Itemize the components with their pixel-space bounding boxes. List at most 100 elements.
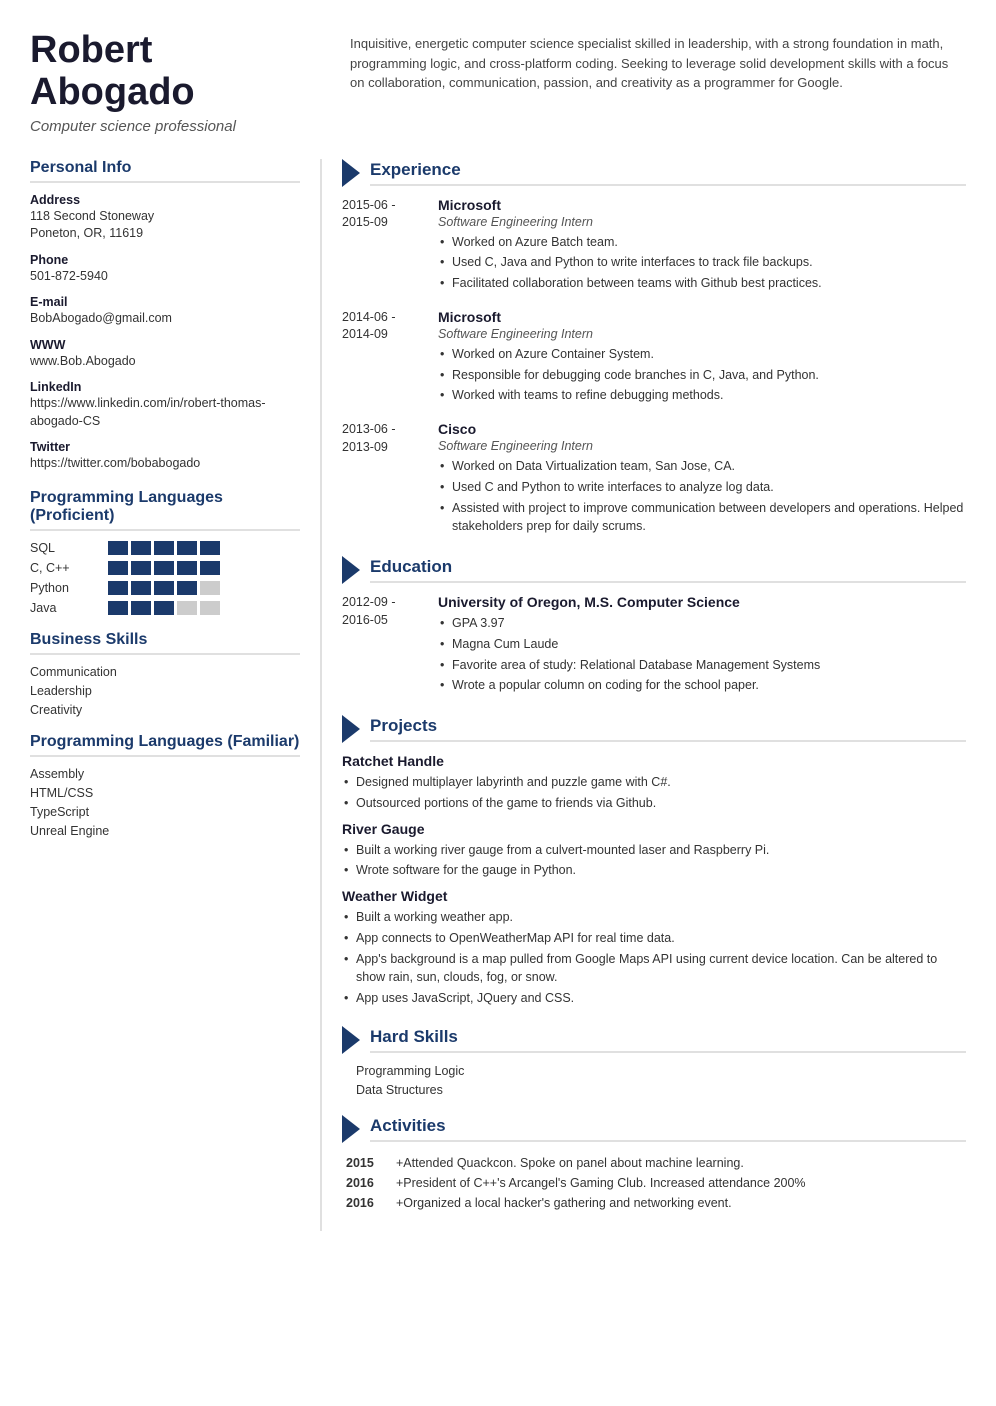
experience-entry: 2014-06 -2014-09 Microsoft Software Engine… (342, 309, 966, 407)
project-title: Weather Widget (342, 888, 966, 904)
prog-familiar-list: AssemblyHTML/CSSTypeScriptUnreal Engine (30, 767, 300, 838)
familiar-skill-item: Unreal Engine (30, 824, 300, 838)
skill-bar-filled (177, 541, 197, 555)
table-row: 2015+Attended Quackcon. Spoke on panel a… (342, 1153, 966, 1173)
business-skills-title: Business Skills (30, 631, 300, 655)
www-value: www.Bob.Abogado (30, 353, 300, 371)
education-header: Education (342, 556, 966, 584)
exp-role: Software Engineering Intern (438, 327, 966, 341)
edu-date: 2012-09 -2016-05 (342, 594, 422, 697)
projects-title: Projects (370, 716, 966, 742)
list-item: Responsible for debugging code branches … (438, 366, 966, 385)
exp-role: Software Engineering Intern (438, 215, 966, 229)
skill-bar-empty (177, 601, 197, 615)
activities-section: Activities 2015+Attended Quackcon. Spoke… (342, 1115, 966, 1213)
email-label: E-mail (30, 295, 300, 309)
project-bullets: Built a working weather app. App connects… (342, 908, 966, 1008)
prog-proficient-title: Programming Languages (Proficient) (30, 489, 300, 531)
right-column: Experience 2015-06 -2015-09 Microsoft Soft… (320, 159, 966, 1231)
list-item: Wrote software for the gauge in Python. (342, 861, 966, 880)
exp-company: Microsoft (438, 309, 966, 325)
edu-bullets: GPA 3.97 Magna Cum Laude Favorite area of … (438, 614, 966, 695)
list-item: Used C and Python to write interfaces to… (438, 478, 966, 497)
exp-date: 2013-06 -2013-09 (342, 421, 422, 538)
skill-bar-filled (108, 601, 128, 615)
hard-skills-section: Hard Skills Programming LogicData Struct… (342, 1026, 966, 1097)
list-item: Wrote a popular column on coding for the… (438, 676, 966, 695)
email-block: E-mail BobAbogado@gmail.com (30, 295, 300, 328)
exp-date: 2014-06 -2014-09 (342, 309, 422, 407)
www-block: WWW www.Bob.Abogado (30, 338, 300, 371)
familiar-skill-item: HTML/CSS (30, 786, 300, 800)
hard-skills-arrow-icon (342, 1026, 360, 1054)
skill-row: C, C++ (30, 561, 300, 575)
education-entries: 2012-09 -2016-05University of Oregon, M.… (342, 594, 966, 697)
list-item: GPA 3.97 (438, 614, 966, 633)
activity-description: +Attended Quackcon. Spoke on panel about… (392, 1153, 966, 1173)
prog-familiar-title: Programming Languages (Familiar) (30, 733, 300, 757)
activity-year: 2015 (342, 1153, 392, 1173)
skill-bar-empty (200, 601, 220, 615)
skill-bar-filled (108, 561, 128, 575)
education-title: Education (370, 557, 966, 583)
activities-entries: 2015+Attended Quackcon. Spoke on panel a… (342, 1153, 966, 1213)
list-item: Worked with teams to refine debugging me… (438, 386, 966, 405)
familiar-skill-item: Assembly (30, 767, 300, 781)
address-value: 118 Second StonewayPoneton, OR, 11619 (30, 208, 300, 243)
linkedin-block: LinkedIn https://www.linkedin.com/in/rob… (30, 380, 300, 430)
projects-section: Projects Ratchet HandleDesigned multipla… (342, 715, 966, 1008)
skill-bar-filled (108, 581, 128, 595)
edu-content: University of Oregon, M.S. Computer Scie… (438, 594, 966, 697)
exp-bullets: Worked on Data Virtualization team, San … (438, 457, 966, 536)
activity-year: 2016 (342, 1193, 392, 1213)
skill-bar-filled (131, 581, 151, 595)
list-item: Worked on Azure Batch team. (438, 233, 966, 252)
exp-bullets: Worked on Azure Container System.Respons… (438, 345, 966, 405)
skill-bars (108, 581, 220, 595)
skill-bar-filled (200, 561, 220, 575)
personal-info-title: Personal Info (30, 159, 300, 183)
table-row: 2016+President of C++'s Arcangel's Gamin… (342, 1173, 966, 1193)
business-skills-list: CommunicationLeadershipCreativity (30, 665, 300, 717)
experience-title: Experience (370, 160, 966, 186)
list-item: Built a working weather app. (342, 908, 966, 927)
skill-name: Python (30, 581, 100, 595)
left-column: Personal Info Address 118 Second Stonewa… (30, 159, 320, 1231)
projects-arrow-icon (342, 715, 360, 743)
main-layout: Personal Info Address 118 Second Stonewa… (30, 159, 966, 1231)
exp-bullets: Worked on Azure Batch team.Used C, Java … (438, 233, 966, 293)
activity-year: 2016 (342, 1173, 392, 1193)
exp-date: 2015-06 -2015-09 (342, 197, 422, 295)
business-skill-item: Creativity (30, 703, 300, 717)
phone-value: 501-872-5940 (30, 268, 300, 286)
skill-row: SQL (30, 541, 300, 555)
skill-bar-filled (154, 601, 174, 615)
skill-row: Java (30, 601, 300, 615)
skill-name: SQL (30, 541, 100, 555)
list-item: App connects to OpenWeatherMap API for r… (342, 929, 966, 948)
skill-bar-filled (108, 541, 128, 555)
experience-header: Experience (342, 159, 966, 187)
experience-entries: 2015-06 -2015-09 Microsoft Software Engine… (342, 197, 966, 539)
education-arrow-icon (342, 556, 360, 584)
list-item: Facilitated collaboration between teams … (438, 274, 966, 293)
address-label: Address (30, 193, 300, 207)
linkedin-value: https://www.linkedin.com/in/robert-thoma… (30, 395, 300, 430)
exp-content: CiscoSoftware Engineering InternWorked o… (438, 421, 966, 538)
list-item: Used C, Java and Python to write interfa… (438, 253, 966, 272)
list-item: Designed multiplayer labyrinth and puzzl… (342, 773, 966, 792)
exp-company: Cisco (438, 421, 966, 437)
hard-skills-title: Hard Skills (370, 1027, 966, 1053)
project-bullets: Designed multiplayer labyrinth and puzzl… (342, 773, 966, 813)
skill-bar-filled (177, 561, 197, 575)
skill-name: Java (30, 601, 100, 615)
twitter-block: Twitter https://twitter.com/bobabogado (30, 440, 300, 473)
list-item: Favorite area of study: Relational Datab… (438, 656, 966, 675)
list-item: App uses JavaScript, JQuery and CSS. (342, 989, 966, 1008)
skill-bars (108, 561, 220, 575)
skill-bar-filled (154, 581, 174, 595)
skill-bar-filled (200, 541, 220, 555)
activities-header: Activities (342, 1115, 966, 1143)
hard-skills-entries: Programming LogicData Structures (342, 1064, 966, 1097)
list-item: Magna Cum Laude (438, 635, 966, 654)
